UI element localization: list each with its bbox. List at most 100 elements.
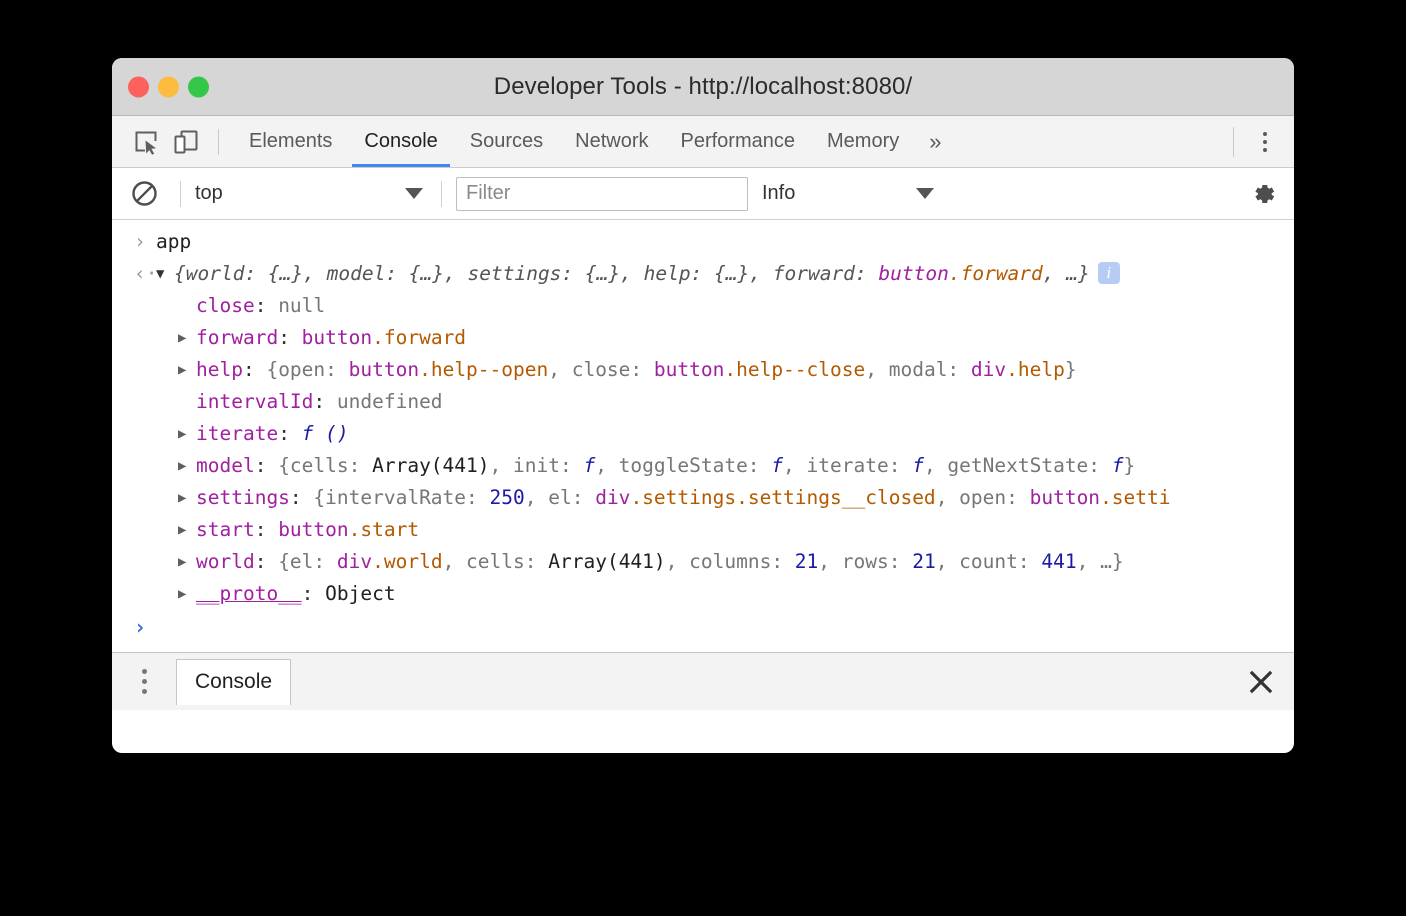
property-token: div	[971, 358, 1006, 381]
expand-triangle-icon[interactable]: ▶	[178, 418, 196, 450]
close-drawer-icon[interactable]	[1248, 669, 1274, 695]
object-summary-part: , …}	[1043, 262, 1090, 285]
property-token: close	[196, 294, 255, 317]
object-property-row: ▶forward: button.forward	[112, 322, 1294, 354]
property-token: 21	[795, 550, 818, 573]
object-property-row: intervalId: undefined	[112, 386, 1294, 418]
property-token: 21	[912, 550, 935, 573]
minimize-window-button[interactable]	[158, 76, 179, 97]
object-property-row: ▶__proto__: Object	[112, 578, 1294, 610]
object-property-row: ▶start: button.start	[112, 514, 1294, 546]
toolbar-divider	[218, 129, 219, 155]
gear-icon[interactable]	[1248, 179, 1278, 209]
tab-performance-label: Performance	[681, 130, 796, 153]
tab-performance[interactable]: Performance	[665, 116, 812, 167]
property-token: :	[255, 454, 278, 477]
console-message-list[interactable]: ›app ‹·▼{world: {…}, model: {…}, setting…	[112, 220, 1294, 652]
property-token: .help--close	[724, 358, 865, 381]
object-property-row: close: null	[112, 290, 1294, 322]
property-token: , columns:	[666, 550, 795, 573]
property-token: , open:	[936, 486, 1030, 509]
expand-triangle-icon[interactable]: ▶	[178, 450, 196, 482]
property-token: :	[255, 518, 278, 541]
property-token: world	[196, 550, 255, 573]
property-token: .help--open	[419, 358, 548, 381]
property-token: :	[255, 294, 278, 317]
drawer-tab-console[interactable]: Console	[176, 659, 291, 705]
property-token: , close:	[548, 358, 654, 381]
object-property-row: ▶iterate: f ()	[112, 418, 1294, 450]
property-token: {open:	[266, 358, 348, 381]
property-token: {el:	[278, 550, 337, 573]
property-token: :	[243, 358, 266, 381]
devtools-tab-bar: Elements Console Sources Network Perform…	[112, 116, 1294, 168]
input-gutter-icon: ›	[134, 226, 156, 258]
maximize-window-button[interactable]	[188, 76, 209, 97]
property-token: .world	[372, 550, 442, 573]
object-property-row: ▶world: {el: div.world, cells: Array(441…	[112, 546, 1294, 578]
property-token: , iterate:	[783, 454, 912, 477]
filter-divider-1	[180, 181, 181, 207]
expand-triangle-icon[interactable]: ▶	[178, 514, 196, 546]
property-token: div	[595, 486, 630, 509]
device-toolbar-icon[interactable]	[168, 124, 204, 160]
tab-sources[interactable]: Sources	[454, 116, 559, 167]
drawer-more-tools-icon[interactable]	[126, 662, 162, 702]
property-token: :	[302, 582, 325, 605]
property-token: :	[255, 550, 278, 573]
tab-network-label: Network	[575, 130, 648, 153]
more-tabs-label: »	[929, 129, 941, 155]
panel-tabs: Elements Console Sources Network Perform…	[233, 116, 955, 167]
tab-memory[interactable]: Memory	[811, 116, 915, 167]
property-token: forward	[196, 326, 278, 349]
tab-console-label: Console	[364, 130, 437, 153]
filter-input[interactable]	[456, 177, 748, 211]
property-token: settings	[196, 486, 290, 509]
property-token: {cells:	[278, 454, 372, 477]
tab-sources-label: Sources	[470, 130, 543, 153]
property-token: help	[196, 358, 243, 381]
property-token: , …}	[1077, 550, 1124, 573]
property-token: f	[771, 454, 783, 477]
property-token: div	[337, 550, 372, 573]
prompt-caret-icon: ›	[134, 615, 146, 639]
object-property-row: ▶help: {open: button.help--open, close: …	[112, 354, 1294, 386]
log-level-selector[interactable]: Info	[762, 182, 938, 205]
console-filter-toolbar: top Info	[112, 168, 1294, 220]
chevron-down-icon	[916, 188, 934, 199]
object-summary-part: button	[878, 262, 948, 285]
inspect-element-icon[interactable]	[128, 124, 164, 160]
clear-console-icon[interactable]	[126, 176, 162, 212]
tab-elements[interactable]: Elements	[233, 116, 348, 167]
property-token: , rows:	[818, 550, 912, 573]
property-token: f ()	[302, 422, 349, 445]
expand-triangle-icon[interactable]: ▶	[178, 482, 196, 514]
tab-network[interactable]: Network	[559, 116, 664, 167]
expand-triangle-icon[interactable]: ▶	[178, 322, 196, 354]
property-token: button	[278, 518, 348, 541]
property-token: :	[290, 486, 313, 509]
info-badge-icon[interactable]: i	[1098, 262, 1120, 284]
property-token: Array(441)	[548, 550, 665, 573]
main-menu-kebab-icon[interactable]	[1250, 125, 1280, 159]
output-gutter-icon: ‹·	[134, 258, 156, 290]
property-token: , modal:	[865, 358, 971, 381]
expand-triangle-icon[interactable]: ▶	[178, 354, 196, 386]
more-tabs-icon[interactable]: »	[915, 116, 955, 167]
expand-triangle-open-icon[interactable]: ▼	[156, 258, 174, 290]
drawer-tab-console-label: Console	[195, 670, 272, 694]
property-token: button	[302, 326, 372, 349]
expand-triangle-icon[interactable]: ▶	[178, 578, 196, 610]
property-token: :	[278, 422, 301, 445]
close-window-button[interactable]	[128, 76, 149, 97]
property-token: model	[196, 454, 255, 477]
tab-console[interactable]: Console	[348, 116, 453, 167]
property-token: .settings.settings__closed	[630, 486, 935, 509]
property-token: .start	[349, 518, 419, 541]
property-token: }	[1065, 358, 1077, 381]
window-title: Developer Tools - http://localhost:8080/	[112, 73, 1294, 101]
property-token: button	[1030, 486, 1100, 509]
expand-triangle-icon[interactable]: ▶	[178, 546, 196, 578]
console-prompt-row[interactable]: ›	[112, 610, 1294, 644]
execution-context-selector[interactable]: top	[195, 182, 427, 205]
